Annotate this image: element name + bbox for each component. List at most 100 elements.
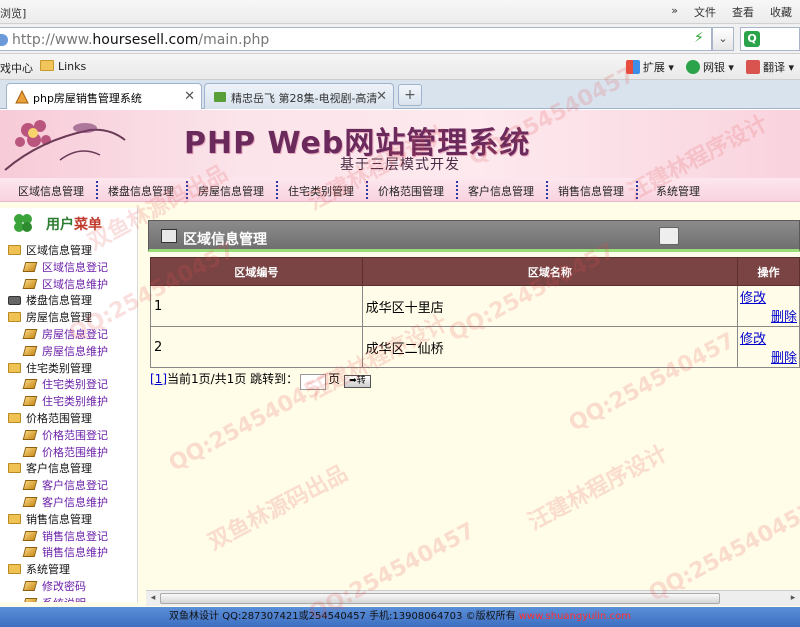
- page-link[interactable]: [1]: [150, 372, 167, 386]
- sidebar-subitem[interactable]: 客户信息维护: [22, 494, 108, 510]
- sidebar-item-label: 住宅类别登记: [42, 378, 108, 392]
- nav-separator: [186, 181, 188, 199]
- delete-link[interactable]: 删除: [740, 306, 797, 325]
- page-unit: 页: [328, 372, 341, 386]
- sidebar-title: 用户菜单: [46, 217, 102, 233]
- sidebar-subitem[interactable]: 价格范围维护: [22, 444, 108, 460]
- sidebar-subitem[interactable]: 系统说明: [22, 595, 86, 602]
- table-header-row: 区域编号 区域名称 操作: [150, 257, 800, 286]
- main-content: 区域信息管理 区域编号 区域名称 操作 1 成华区十里店 修改 删除 2 成华区…: [146, 220, 800, 602]
- video-site-icon: [213, 90, 227, 104]
- sidebar-category[interactable]: 楼盘信息管理: [8, 292, 92, 308]
- sidebar-item-label: 价格范围登记: [42, 428, 108, 442]
- sidebar-item-label: 销售信息维护: [42, 546, 108, 560]
- nav-price-range[interactable]: 价格范围管理: [378, 183, 444, 199]
- sidebar-category[interactable]: 住宅类别管理: [8, 360, 92, 376]
- page-jump-input[interactable]: [300, 373, 327, 390]
- site-banner: PHP Web网站管理系统 基于三层模式开发: [0, 110, 800, 178]
- footer-link[interactable]: www.shuangyulin.com: [519, 611, 631, 622]
- sidebar-subitem[interactable]: 区域信息维护: [22, 276, 108, 292]
- sidebar-subitem[interactable]: 住宅类别登记: [22, 376, 108, 392]
- new-tab-button[interactable]: +: [398, 84, 422, 106]
- scroll-left-icon[interactable]: ◂: [147, 593, 159, 605]
- sidebar-subitem[interactable]: 销售信息维护: [22, 544, 108, 560]
- menu-file[interactable]: 文件: [694, 4, 716, 20]
- menu-view[interactable]: 查看: [732, 4, 754, 20]
- book-icon: [22, 278, 38, 289]
- book-icon: [22, 597, 38, 602]
- favorite-item[interactable]: 戏中心: [0, 60, 33, 76]
- url-input[interactable]: http://www.hoursesell.com/main.php: [0, 27, 712, 51]
- edit-link[interactable]: 修改: [740, 328, 797, 347]
- nav-customer[interactable]: 客户信息管理: [468, 183, 534, 199]
- nav-area[interactable]: 区域信息管理: [18, 183, 84, 199]
- bolt-icon[interactable]: ⚡: [694, 30, 706, 46]
- sidebar-subitem[interactable]: 价格范围登记: [22, 427, 108, 443]
- close-icon[interactable]: ✕: [184, 89, 195, 104]
- book-icon: [22, 261, 38, 272]
- sidebar-subitem[interactable]: 区域信息登记: [22, 259, 108, 275]
- nav-system[interactable]: 系统管理: [656, 183, 700, 199]
- sidebar-category[interactable]: 销售信息管理: [8, 511, 92, 527]
- nav-sales[interactable]: 销售信息管理: [558, 183, 624, 199]
- sidebar-item-label: 修改密码: [42, 580, 86, 593]
- top-navigation: 区域信息管理 楼盘信息管理 房屋信息管理 住宅类别管理 价格范围管理 客户信息管…: [0, 178, 800, 202]
- area-table: 区域编号 区域名称 操作 1 成华区十里店 修改 删除 2 成华区二仙桥 修改 …: [150, 257, 800, 368]
- search-box[interactable]: Q: [740, 27, 800, 51]
- sidebar-item-label: 客户信息管理: [26, 462, 92, 476]
- cell-ops: 修改 删除: [737, 285, 800, 327]
- nav-housing-type[interactable]: 住宅类别管理: [288, 183, 354, 199]
- folder-icon: [8, 463, 21, 474]
- scrollbar-thumb[interactable]: [160, 593, 720, 604]
- netbank-icon: [685, 60, 700, 74]
- url-text[interactable]: http://www.hoursesell.com/main.php: [12, 32, 269, 48]
- footer-text: 双鱼林设计 QQ:287307421或254540457 手机:13908064…: [169, 611, 519, 622]
- favorite-links[interactable]: Links: [58, 60, 86, 73]
- close-icon[interactable]: ✕: [376, 89, 387, 104]
- sidebar-subitem[interactable]: 销售信息登记: [22, 528, 108, 544]
- sidebar-category[interactable]: 价格范围管理: [8, 410, 92, 426]
- menu-favorites[interactable]: 收藏: [770, 4, 792, 20]
- extensions-button[interactable]: 扩展 ▾: [625, 59, 674, 75]
- sidebar-subitem[interactable]: 房屋信息维护: [22, 343, 108, 359]
- scroll-right-icon[interactable]: ▸: [787, 593, 799, 605]
- sidebar-category[interactable]: 房屋信息管理: [8, 309, 92, 325]
- sidebar-item-label: 销售信息管理: [26, 512, 92, 526]
- nav-separator: [456, 181, 458, 199]
- sidebar: 用户菜单 区域信息管理 区域信息登记 区域信息维护 楼盘信息管理 房屋信息管理 房屋信息登…: [0, 208, 138, 602]
- horizontal-scrollbar[interactable]: ◂ ▸: [146, 590, 800, 606]
- printer-icon[interactable]: [659, 227, 679, 245]
- sidebar-subitem[interactable]: 客户信息登记: [22, 477, 108, 493]
- menubar-left-text: 浏览]: [0, 7, 27, 20]
- delete-link[interactable]: 删除: [740, 347, 797, 366]
- search-engine-icon[interactable]: Q: [744, 31, 760, 47]
- tab-active[interactable]: php房屋销售管理系统 ✕: [6, 83, 202, 109]
- table-row: 1 成华区十里店 修改 删除: [150, 285, 800, 327]
- sidebar-subitem[interactable]: 住宅类别维护: [22, 393, 108, 409]
- book-icon: [22, 446, 38, 457]
- table-row: 2 成华区二仙桥 修改 删除: [150, 326, 800, 368]
- tab-title: 精忠岳飞 第28集-电视剧-高清: [231, 92, 378, 105]
- clover-icon: [14, 214, 32, 232]
- sidebar-subitem[interactable]: 房屋信息登记: [22, 326, 108, 342]
- edit-link[interactable]: 修改: [740, 287, 797, 306]
- chevron-down-icon[interactable]: ⌄: [712, 27, 734, 51]
- tab-title: php房屋销售管理系统: [33, 92, 142, 105]
- tab-inactive[interactable]: 精忠岳飞 第28集-电视剧-高清 ✕: [204, 83, 394, 109]
- sidebar-subitem[interactable]: 修改密码: [22, 578, 86, 594]
- sidebar-category[interactable]: 客户信息管理: [8, 460, 92, 476]
- translate-button[interactable]: 翻译 ▾: [745, 59, 794, 75]
- flower-decoration-icon: [4, 120, 126, 171]
- nav-building[interactable]: 楼盘信息管理: [108, 183, 174, 199]
- page-footer: 双鱼林设计 QQ:287307421或254540457 手机:13908064…: [0, 607, 800, 627]
- netbank-button[interactable]: 网银 ▾: [685, 59, 734, 75]
- nav-house[interactable]: 房屋信息管理: [198, 183, 264, 199]
- folder-icon: [8, 564, 21, 575]
- menu-chevron[interactable]: »: [671, 4, 678, 20]
- column-header-id: 区域编号: [150, 257, 363, 286]
- cell-id: 2: [150, 326, 363, 368]
- go-button[interactable]: ➡转: [344, 375, 371, 388]
- sidebar-category[interactable]: 系统管理: [8, 561, 70, 577]
- sidebar-item-label: 客户信息维护: [42, 496, 108, 509]
- sidebar-category[interactable]: 区域信息管理: [8, 242, 92, 258]
